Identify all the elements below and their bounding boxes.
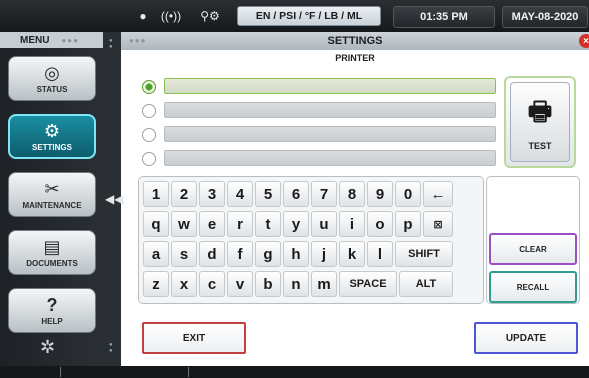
printer-field-1[interactable] [164, 78, 496, 94]
key[interactable]: j [311, 241, 337, 267]
input-actions-panel: CLEAR RECALL [486, 176, 580, 304]
key[interactable]: 4 [227, 181, 253, 207]
main-menu: MENU ●●● ◎ STATUS ⚙ SETTINGS ✂ MAINTENAN… [0, 32, 103, 366]
document-icon: ▤ [43, 237, 61, 257]
key[interactable]: n [283, 271, 309, 297]
menu-item-documents[interactable]: ▤ DOCUMENTS [8, 230, 96, 275]
window-title-bar: ●●● SETTINGS × [121, 32, 589, 50]
test-print-button[interactable]: 🖶 TEST [504, 76, 576, 168]
key[interactable]: r [227, 211, 253, 237]
date-display: MAY-08-2020 [502, 6, 588, 28]
onscreen-keyboard: 1 2 3 4 5 6 7 8 9 0 ← q w e r t y u i o … [138, 176, 484, 304]
key[interactable]: 5 [255, 181, 281, 207]
help-icon: ? [46, 295, 58, 315]
menu-window-dots-icon: ●●● [61, 35, 79, 45]
menu-item-settings[interactable]: ⚙ SETTINGS [8, 114, 96, 159]
units-indicator[interactable]: EN / PSI / °F / LB / ML [237, 6, 381, 26]
top-status-bar: ● ((•)) ⚲⚙ EN / PSI / °F / LB / ML 01:35… [0, 0, 589, 32]
drag-handle-icon[interactable]: ● ● [109, 38, 113, 50]
tank-icon: ● [139, 9, 147, 23]
wireless-icon: ((•)) [160, 9, 182, 23]
key[interactable]: x [171, 271, 197, 297]
key[interactable]: m [311, 271, 337, 297]
key[interactable]: w [171, 211, 197, 237]
key[interactable]: 2 [171, 181, 197, 207]
key[interactable]: 8 [339, 181, 365, 207]
delete-key[interactable]: ⊠ [423, 211, 453, 237]
section-title: PRINTER [335, 53, 375, 63]
key[interactable]: p [395, 211, 421, 237]
divider [188, 367, 189, 377]
key[interactable]: a [143, 241, 169, 267]
recall-button[interactable]: RECALL [489, 271, 577, 303]
divider [60, 367, 61, 377]
key[interactable]: f [227, 241, 253, 267]
key[interactable]: d [199, 241, 225, 267]
key[interactable]: z [143, 271, 169, 297]
menu-divider: ● ● ◀◀ ● ● [103, 32, 123, 366]
key[interactable]: g [255, 241, 281, 267]
printer-list: 🖶 TEST [138, 72, 582, 172]
menu-item-status[interactable]: ◎ STATUS [8, 56, 96, 101]
gauge-icon: ◎ [44, 63, 60, 83]
key[interactable]: l [367, 241, 393, 267]
key[interactable]: e [199, 211, 225, 237]
backspace-key[interactable]: ← [423, 181, 453, 207]
printer-field-3[interactable] [164, 126, 496, 142]
space-key[interactable]: SPACE [339, 271, 397, 297]
test-label: TEST [528, 141, 552, 151]
menu-item-label: DOCUMENTS [26, 259, 78, 268]
key[interactable]: q [143, 211, 169, 237]
window-title: SETTINGS [327, 35, 383, 47]
clear-button[interactable]: CLEAR [489, 233, 577, 265]
menu-item-maintenance[interactable]: ✂ MAINTENANCE [8, 172, 96, 217]
key[interactable]: u [311, 211, 337, 237]
bottom-status-bar [0, 366, 589, 378]
key[interactable]: y [283, 211, 309, 237]
printer-radio-4[interactable] [142, 152, 156, 166]
close-icon[interactable]: × [579, 34, 589, 48]
key[interactable]: 9 [367, 181, 393, 207]
clock: 01:35 PM [393, 6, 495, 28]
window-dots-icon: ●●● [129, 36, 147, 45]
key[interactable]: 7 [311, 181, 337, 207]
collapse-menu-icon[interactable]: ◀◀ [105, 192, 123, 206]
printer-radio-2[interactable] [142, 104, 156, 118]
drag-handle-icon[interactable]: ● ● [109, 342, 113, 354]
menu-item-label: STATUS [36, 85, 68, 94]
fan-icon: ✲ [40, 337, 56, 357]
key[interactable]: t [255, 211, 281, 237]
menu-item-label: SETTINGS [31, 143, 72, 152]
key[interactable]: 0 [395, 181, 421, 207]
exit-button[interactable]: EXIT [142, 322, 246, 354]
gas-meter-icon: ⚲⚙ [200, 9, 220, 23]
menu-item-label: MAINTENANCE [22, 201, 82, 210]
key[interactable]: 3 [199, 181, 225, 207]
tools-icon: ✂ [44, 179, 60, 199]
key[interactable]: c [199, 271, 225, 297]
menu-title: MENU [20, 34, 50, 46]
printer-radio-3[interactable] [142, 128, 156, 142]
menu-item-help[interactable]: ? HELP [8, 288, 96, 333]
key[interactable]: k [339, 241, 365, 267]
key[interactable]: s [171, 241, 197, 267]
menu-item-label: HELP [41, 317, 63, 326]
key[interactable]: o [367, 211, 393, 237]
printer-field-2[interactable] [164, 102, 496, 118]
alt-key[interactable]: ALT [399, 271, 453, 297]
key[interactable]: b [255, 271, 281, 297]
key[interactable]: 6 [283, 181, 309, 207]
update-button[interactable]: UPDATE [474, 322, 578, 354]
key[interactable]: i [339, 211, 365, 237]
key[interactable]: h [283, 241, 309, 267]
printer-icon: 🖶 [527, 96, 553, 126]
gear-icon: ⚙ [43, 121, 61, 141]
printer-radio-1[interactable] [142, 80, 156, 94]
key[interactable]: 1 [143, 181, 169, 207]
menu-header: MENU ●●● [0, 32, 103, 48]
key[interactable]: v [227, 271, 253, 297]
printer-field-4[interactable] [164, 150, 496, 166]
shift-key[interactable]: SHIFT [395, 241, 453, 267]
